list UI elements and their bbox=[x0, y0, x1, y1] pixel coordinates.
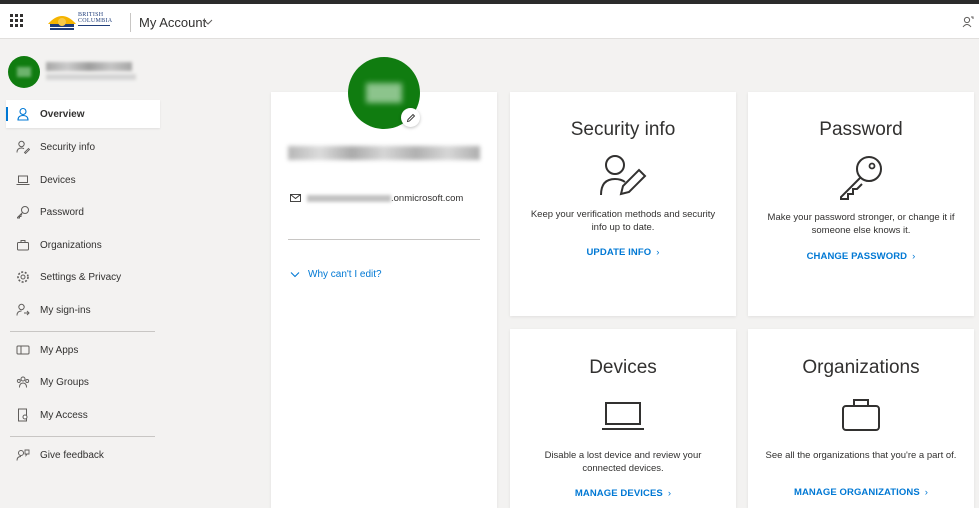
pencil-icon bbox=[406, 113, 415, 122]
sidebar-item-my-groups[interactable]: My Groups bbox=[6, 368, 160, 396]
sidebar-item-settings-privacy[interactable]: Settings & Privacy bbox=[6, 263, 160, 291]
sidebar-item-my-sign-ins[interactable]: My sign-ins bbox=[6, 296, 160, 324]
apps-icon bbox=[16, 345, 30, 355]
person-edit-icon bbox=[600, 155, 647, 196]
person-key-icon bbox=[16, 140, 30, 154]
sidebar: Overview Security info Devices Password … bbox=[0, 40, 168, 508]
sidebar-item-my-apps[interactable]: My Apps bbox=[6, 336, 160, 364]
laptop-icon bbox=[16, 175, 30, 185]
tile-title: Password bbox=[819, 119, 903, 140]
account-manager-icon[interactable] bbox=[962, 16, 974, 28]
access-icon bbox=[18, 408, 28, 422]
sidebar-item-organizations[interactable]: Organizations bbox=[6, 231, 160, 259]
mail-icon bbox=[290, 194, 301, 202]
edit-photo-button[interactable] bbox=[401, 108, 420, 127]
tile-title: Devices bbox=[589, 357, 657, 378]
sidebar-item-label: My Groups bbox=[40, 376, 89, 388]
logo-text: BRITISH COLUMBIA bbox=[78, 12, 113, 24]
person-icon bbox=[17, 107, 29, 121]
profile-divider bbox=[288, 239, 480, 240]
manage-organizations-link[interactable]: MANAGE ORGANIZATIONS › bbox=[748, 487, 974, 498]
sidebar-item-overview[interactable]: Overview bbox=[6, 100, 160, 128]
sidebar-item-label: My Access bbox=[40, 409, 88, 421]
sidebar-item-label: Password bbox=[40, 206, 84, 218]
email-suffix: .onmicrosoft.com bbox=[391, 192, 464, 204]
sidebar-item-my-access[interactable]: My Access bbox=[6, 401, 160, 429]
sidebar-item-password[interactable]: Password bbox=[6, 198, 160, 226]
gear-icon bbox=[17, 271, 29, 283]
sidebar-item-label: My Apps bbox=[40, 344, 79, 356]
sidebar-item-label: Security info bbox=[40, 141, 96, 153]
devices-tile: Devices Disable a lost device and review… bbox=[510, 329, 736, 508]
user-name-redacted bbox=[46, 62, 132, 71]
briefcase-icon bbox=[842, 399, 880, 431]
top-bar: BRITISH COLUMBIA My Account bbox=[0, 4, 979, 39]
tile-description: Make your password stronger, or change i… bbox=[767, 212, 955, 236]
email-row: .onmicrosoft.com bbox=[290, 192, 463, 204]
tile-title: Organizations bbox=[802, 357, 920, 378]
laptop-icon bbox=[602, 402, 644, 430]
tile-description: Keep your verification methods and secur… bbox=[530, 209, 716, 233]
sidebar-item-give-feedback[interactable]: Give feedback bbox=[6, 441, 160, 469]
app-launcher-icon[interactable] bbox=[10, 14, 24, 28]
sidebar-item-label: Give feedback bbox=[40, 449, 104, 461]
sidebar-item-label: Settings & Privacy bbox=[40, 271, 122, 283]
sidebar-separator bbox=[10, 331, 155, 332]
person-signin-icon bbox=[16, 303, 30, 316]
sidebar-item-label: My sign-ins bbox=[40, 304, 91, 316]
key-icon bbox=[17, 206, 29, 219]
header-divider bbox=[130, 13, 131, 32]
groups-icon bbox=[16, 376, 30, 388]
feedback-icon bbox=[16, 449, 30, 461]
avatar[interactable] bbox=[8, 56, 40, 88]
sidebar-item-devices[interactable]: Devices bbox=[6, 166, 160, 194]
sidebar-item-label: Devices bbox=[40, 174, 76, 186]
chevron-down-icon[interactable] bbox=[203, 18, 213, 26]
sidebar-item-label: Organizations bbox=[40, 239, 102, 251]
tile-title: Security info bbox=[570, 119, 676, 140]
sidebar-item-label: Overview bbox=[40, 108, 85, 120]
sidebar-separator bbox=[10, 436, 155, 437]
sidebar-item-security-info[interactable]: Security info bbox=[6, 133, 160, 161]
briefcase-icon bbox=[17, 240, 29, 251]
tile-description: Disable a lost device and review your co… bbox=[544, 450, 702, 474]
chevron-down-icon bbox=[290, 272, 300, 278]
security-info-tile: Security info Keep your verification met… bbox=[510, 92, 736, 316]
app-title[interactable]: My Account bbox=[139, 15, 206, 30]
organizations-tile: Organizations See all the organizations … bbox=[748, 329, 974, 508]
manage-devices-link[interactable]: MANAGE DEVICES › bbox=[510, 488, 736, 499]
key-icon bbox=[840, 156, 882, 200]
user-sub-redacted bbox=[46, 74, 136, 80]
logo-underline bbox=[78, 25, 110, 26]
update-info-link[interactable]: UPDATE INFO › bbox=[510, 247, 736, 258]
email-redacted bbox=[307, 194, 391, 202]
change-password-link[interactable]: CHANGE PASSWORD › bbox=[748, 251, 974, 262]
tile-description: See all the organizations that you're a … bbox=[765, 450, 957, 461]
why-cant-i-edit-link[interactable]: Why can't I edit? bbox=[290, 269, 382, 280]
display-name-redacted bbox=[288, 146, 480, 160]
password-tile: Password Make your password stronger, or… bbox=[748, 92, 974, 316]
